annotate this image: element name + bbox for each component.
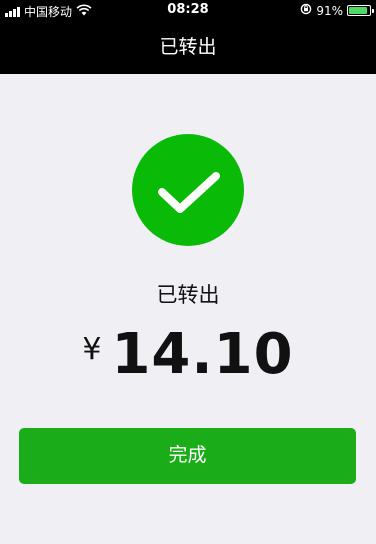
battery-percent: 91% bbox=[316, 3, 343, 18]
battery-level bbox=[349, 7, 368, 14]
transfer-status: 已转出 bbox=[156, 283, 220, 307]
check-icon bbox=[158, 172, 220, 213]
transfer-amount: 14.10 bbox=[111, 322, 294, 387]
success-check-icon bbox=[132, 134, 244, 246]
status-bar: 中国移动 08:28 91% bbox=[0, 0, 376, 20]
transfer-result-screen: 中国移动 08:28 91% 已转出 已转出 ¥ 14.10 完成 bbox=[0, 0, 376, 544]
nav-title: 已转出 bbox=[159, 36, 217, 58]
battery-icon bbox=[347, 5, 374, 16]
currency-symbol: ¥ bbox=[82, 332, 102, 367]
orientation-lock-icon bbox=[300, 3, 312, 18]
amount-display: ¥ 14.10 bbox=[0, 322, 376, 387]
done-button[interactable]: 完成 bbox=[19, 428, 356, 484]
nav-bar: 已转出 bbox=[0, 20, 376, 74]
status-bar-right: 91% bbox=[300, 3, 374, 18]
